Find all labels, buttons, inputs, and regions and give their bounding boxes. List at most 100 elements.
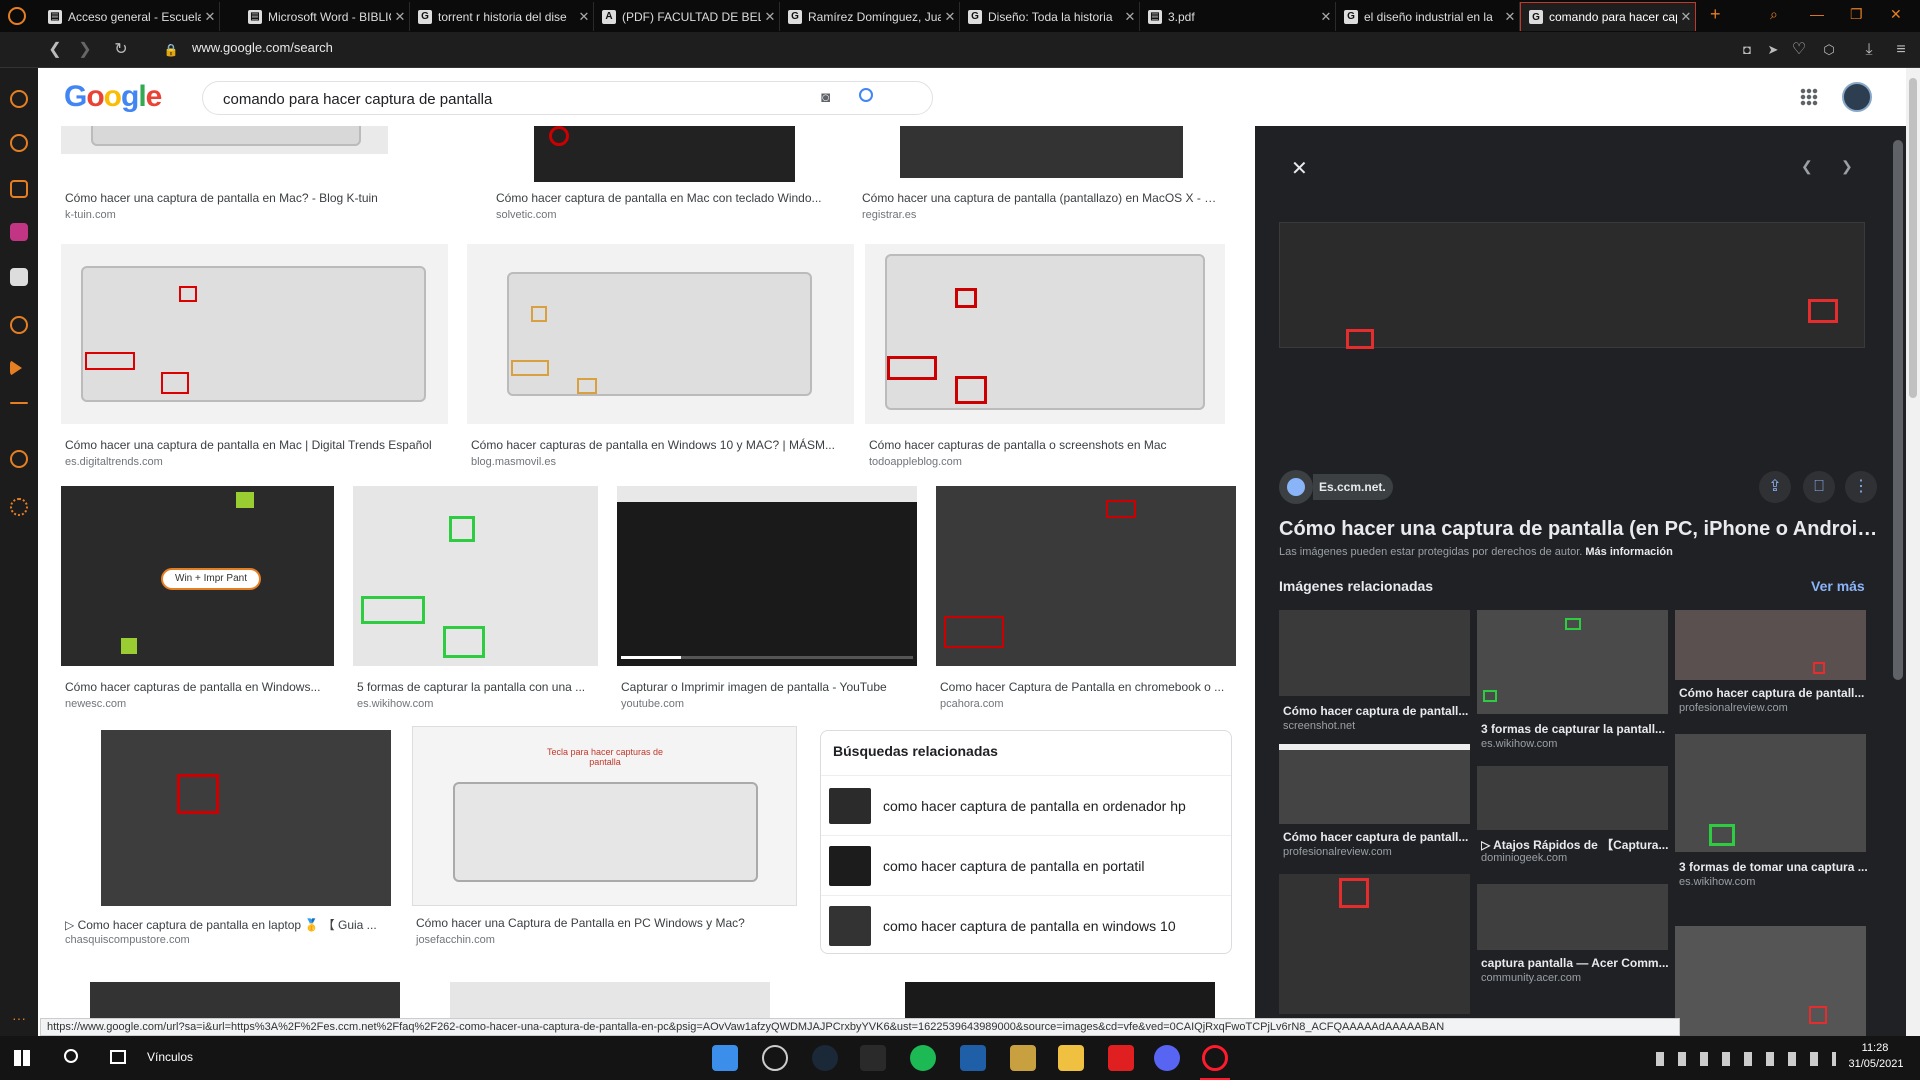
related-image-card[interactable]	[1675, 926, 1866, 1036]
back-icon[interactable]: ❮	[44, 39, 66, 61]
result-caption[interactable]: Como hacer Captura de Pantalla en chrome…	[940, 680, 1235, 694]
result-caption[interactable]: Cómo hacer captura de pantalla en Mac co…	[496, 191, 836, 205]
related-image-thumbnail[interactable]	[1477, 766, 1668, 830]
camera-search-icon[interactable]: ◙	[821, 89, 830, 106]
result-caption[interactable]: Cómo hacer capturas de pantalla en Windo…	[471, 438, 851, 452]
send-icon[interactable]	[10, 360, 22, 376]
app-icon[interactable]	[762, 1045, 788, 1071]
flash-app-icon[interactable]	[1108, 1045, 1134, 1071]
panel-scrollbar-thumb[interactable]	[1893, 140, 1903, 680]
related-image-thumbnail[interactable]	[1279, 610, 1470, 696]
tab-close-icon[interactable]: ✕	[1121, 9, 1139, 25]
related-image-thumbnail[interactable]	[1477, 610, 1668, 714]
new-tab-button[interactable]: +	[1710, 4, 1721, 25]
result-caption[interactable]: Cómo hacer capturas de pantalla en Windo…	[65, 680, 333, 694]
search-icon[interactable]	[64, 1049, 78, 1063]
opera-menu-icon[interactable]	[8, 7, 26, 25]
tab-close-icon[interactable]: ✕	[1317, 9, 1335, 25]
clock-date[interactable]: 31/05/2021	[1848, 1058, 1904, 1070]
related-image-card[interactable]	[1279, 874, 1470, 1014]
tab-9[interactable]: Gcomando para hacer cap ✕	[1520, 2, 1696, 31]
result-card[interactable]: 5 formas de capturar la pantalla con una…	[353, 486, 598, 716]
visio-icon[interactable]	[960, 1045, 986, 1071]
close-icon[interactable]: ✕	[1291, 156, 1308, 181]
source-chip[interactable]: Es.ccm.net.	[1313, 474, 1393, 500]
discord-icon[interactable]	[1154, 1045, 1180, 1071]
result-card[interactable]: Cómo hacer una captura de pantalla en Ma…	[61, 126, 388, 226]
result-thumbnail[interactable]: Win + Impr Pant	[61, 486, 334, 666]
links-toolbar[interactable]: Vínculos	[147, 1050, 193, 1064]
result-thumbnail[interactable]	[61, 126, 388, 154]
result-thumbnail[interactable]	[936, 486, 1236, 666]
result-thumbnail[interactable]	[534, 126, 795, 182]
related-image-card[interactable]: 3 formas de capturar la pantall... es.wi…	[1477, 610, 1668, 750]
result-card[interactable]: Tecla para hacer capturas de pantalla Có…	[412, 726, 797, 956]
google-logo[interactable]: Google	[64, 80, 162, 114]
page-scrollbar[interactable]	[1906, 68, 1920, 1036]
related-image-caption[interactable]: 3 formas de capturar la pantall...	[1481, 722, 1672, 736]
box-icon[interactable]: ⬡	[1818, 39, 1840, 61]
reload-icon[interactable]: ↻	[110, 39, 132, 61]
result-thumbnail[interactable]: Tecla para hacer capturas de pantalla	[412, 726, 797, 906]
related-image-caption[interactable]: ▷ Atajos Rápidos de 【Captura...	[1481, 836, 1672, 853]
gamepad-icon[interactable]	[10, 90, 28, 108]
related-image-thumbnail[interactable]	[1279, 874, 1470, 1014]
more-icon[interactable]: ···	[12, 1010, 26, 1026]
related-search-label[interactable]: como hacer captura de pantalla en portat…	[883, 858, 1145, 874]
result-thumbnail[interactable]	[61, 244, 448, 424]
clock-time[interactable]: 11:28	[1848, 1042, 1902, 1054]
related-image-card[interactable]: Cómo hacer captura de pantall... profesi…	[1675, 610, 1866, 730]
related-image-caption[interactable]: 3 formas de tomar una captura ...	[1679, 860, 1870, 874]
more-options-icon[interactable]: ⋮	[1845, 471, 1877, 503]
task-view-icon[interactable]	[110, 1050, 126, 1064]
result-thumbnail[interactable]	[90, 982, 400, 1018]
related-image-card[interactable]: ▷ Atajos Rápidos de 【Captura... dominiog…	[1477, 766, 1668, 866]
related-search-label[interactable]: como hacer captura de pantalla en window…	[883, 918, 1176, 934]
result-caption[interactable]: Cómo hacer una Captura de Pantalla en PC…	[416, 916, 796, 930]
bag-icon[interactable]	[10, 180, 28, 198]
maximize-icon[interactable]: ❐	[1850, 6, 1863, 23]
result-card[interactable]: Como hacer Captura de Pantalla en chrome…	[936, 486, 1236, 716]
related-image-caption[interactable]: Cómo hacer captura de pantall...	[1283, 830, 1474, 844]
result-card[interactable]: Win + Impr Pant Cómo hacer capturas de p…	[61, 486, 334, 716]
search-tabs-icon[interactable]: ⌕	[1770, 6, 1778, 23]
speed-dial-icon[interactable]	[10, 134, 28, 152]
result-card[interactable]: Capturar o Imprimir imagen de pantalla -…	[617, 486, 917, 716]
tab-close-icon[interactable]: ✕	[761, 9, 779, 25]
history-icon[interactable]	[10, 450, 28, 468]
result-card[interactable]: Cómo hacer una captura de pantalla en Ma…	[61, 244, 448, 474]
related-search-item[interactable]: como hacer captura de pantalla en ordena…	[821, 775, 1231, 835]
preview-title[interactable]: Cómo hacer una captura de pantalla (en P…	[1279, 518, 1879, 541]
related-image-caption[interactable]: Cómo hacer captura de pantall...	[1679, 686, 1870, 700]
send-icon[interactable]: ➤	[1762, 39, 1784, 61]
preview-image[interactable]	[1279, 222, 1865, 349]
next-icon[interactable]: ❯	[1841, 158, 1853, 175]
menu-icon[interactable]: ≡	[1890, 39, 1912, 61]
epic-games-icon[interactable]	[860, 1045, 886, 1071]
download-icon[interactable]: ⤓	[1858, 39, 1880, 61]
check-app-icon[interactable]	[712, 1045, 738, 1071]
tab-8[interactable]: Gel diseño industrial en la ✕	[1336, 2, 1520, 31]
result-caption[interactable]: ▷ Como hacer captura de pantalla en lapt…	[65, 916, 430, 933]
windows-start-icon[interactable]	[14, 1050, 30, 1066]
result-thumbnail[interactable]	[101, 730, 391, 906]
url-field[interactable]: www.google.com/search	[192, 40, 333, 55]
related-image-caption[interactable]: captura pantalla — Acer Comm...	[1481, 956, 1672, 970]
result-caption[interactable]: Cómo hacer capturas de pantalla o screen…	[869, 438, 1224, 452]
search-icon[interactable]	[859, 88, 873, 102]
previous-icon[interactable]: ❮	[1801, 158, 1813, 175]
result-thumbnail[interactable]	[450, 982, 770, 1018]
close-window-icon[interactable]: ✕	[1890, 6, 1902, 23]
result-thumbnail[interactable]	[900, 126, 1183, 178]
spotify-icon[interactable]	[910, 1045, 936, 1071]
search-input[interactable]: comando para hacer captura de pantalla	[223, 91, 492, 108]
tab-3[interactable]: Gtorrent r historia del dise ✕	[410, 2, 594, 31]
heart-icon[interactable]: ♡	[1788, 39, 1810, 61]
result-caption[interactable]: Capturar o Imprimir imagen de pantalla -…	[621, 680, 916, 694]
related-image-thumbnail[interactable]	[1675, 734, 1866, 852]
related-image-card[interactable]: Cómo hacer captura de pantall... profesi…	[1279, 744, 1470, 864]
opera-gx-icon[interactable]	[1202, 1045, 1228, 1071]
tab-close-icon[interactable]: ✕	[1677, 9, 1695, 25]
tab-5[interactable]: G Ramírez Domínguez, Jua ✕	[780, 2, 960, 31]
result-thumbnail[interactable]	[865, 244, 1225, 424]
